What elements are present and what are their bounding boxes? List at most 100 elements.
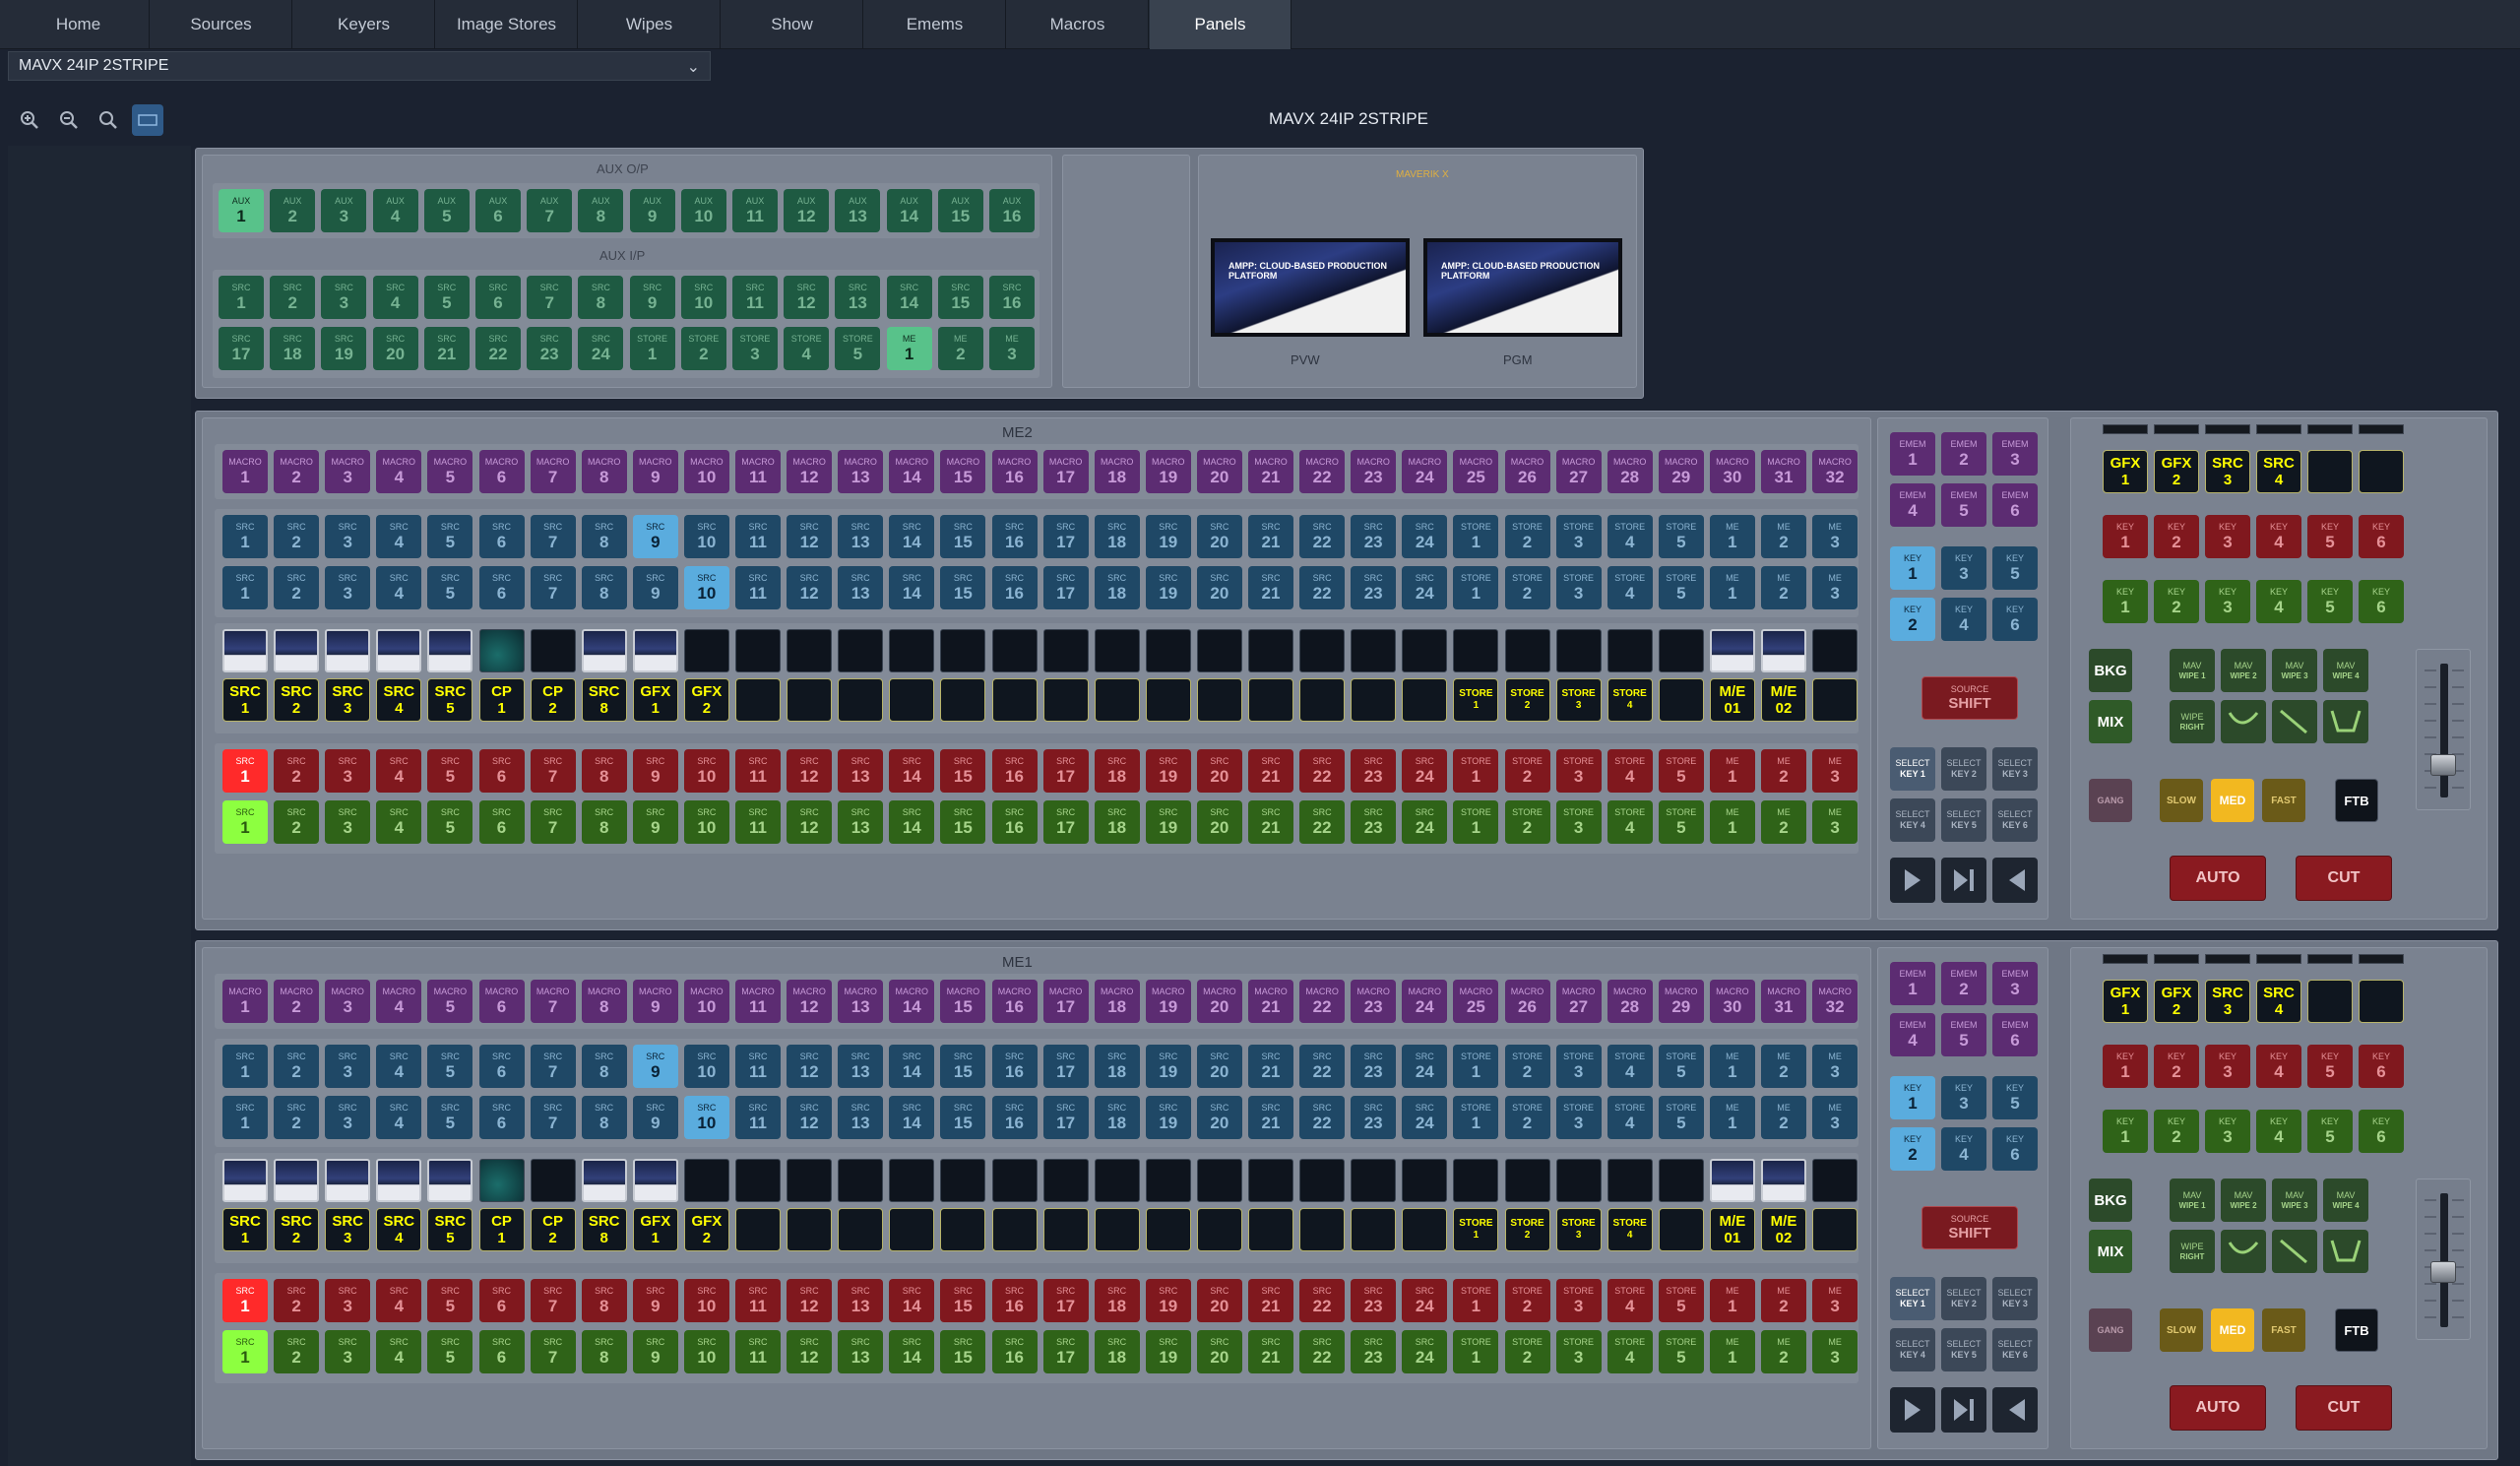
me1-pvw-9-button[interactable]: SRC 9: [632, 1330, 678, 1373]
aux-in-3-button[interactable]: SRC 3: [321, 276, 367, 319]
me1-pvw-11-button[interactable]: SRC 11: [735, 1330, 781, 1373]
me2-key1-bus-2-button[interactable]: SRC 2: [274, 515, 320, 558]
tab-wipes[interactable]: Wipes: [579, 0, 721, 49]
me2-key1-bus-14-button[interactable]: SRC 14: [889, 515, 935, 558]
me1-wipe-pattern-2-icon[interactable]: [2272, 1230, 2317, 1273]
me1-select-key-3-button[interactable]: SELECT KEY 3: [1992, 1277, 2038, 1320]
me2-emem-6-button[interactable]: EMEM 6: [1992, 483, 2038, 527]
me1-pvw-7-button[interactable]: SRC 7: [530, 1330, 576, 1373]
me1-pgm-22-button[interactable]: SRC 22: [1299, 1279, 1346, 1322]
me1-pgm-9-button[interactable]: SRC 9: [632, 1279, 678, 1322]
me1-pgm-14-button[interactable]: SRC 14: [889, 1279, 935, 1322]
me2-key-4-pgm-button[interactable]: KEY 4: [2256, 515, 2301, 558]
me2-pgm-30-button[interactable]: ME 1: [1709, 749, 1755, 793]
me2-select-key-6-button[interactable]: SELECT KEY 6: [1992, 798, 2038, 842]
aux-in-13-button[interactable]: SRC 13: [835, 276, 881, 319]
tab-show[interactable]: Show: [722, 0, 863, 49]
me1-macro-25-button[interactable]: MACRO 25: [1453, 980, 1499, 1023]
me1-pgm-29-button[interactable]: STORE 5: [1658, 1279, 1704, 1322]
me1-emem-4-button[interactable]: EMEM 4: [1890, 1013, 1935, 1056]
me2-pvw-21-button[interactable]: SRC 21: [1248, 800, 1293, 844]
me1-wipe-pattern-3-icon[interactable]: [2323, 1230, 2368, 1273]
me1-key2-bus-6-button[interactable]: SRC 6: [478, 1096, 525, 1139]
me2-pgm-15-button[interactable]: SRC 15: [940, 749, 986, 793]
me1-pvw-21-button[interactable]: SRC 21: [1248, 1330, 1293, 1373]
me2-pvw-28-button[interactable]: STORE 4: [1606, 800, 1653, 844]
me1-pvw-6-button[interactable]: SRC 6: [478, 1330, 525, 1373]
me1-key2-bus-24-button[interactable]: SRC 24: [1402, 1096, 1448, 1139]
me1-key-4-pgm-button[interactable]: KEY 4: [2256, 1045, 2301, 1088]
me2-key1-bus-7-button[interactable]: SRC 7: [530, 515, 576, 558]
me2-macro-13-button[interactable]: MACRO 13: [838, 450, 884, 493]
me2-macro-28-button[interactable]: MACRO 28: [1606, 450, 1653, 493]
me2-macro-27-button[interactable]: MACRO 27: [1555, 450, 1602, 493]
me2-pgm-1-button[interactable]: SRC 1: [222, 749, 268, 793]
me2-key1-bus-17-button[interactable]: SRC 17: [1042, 515, 1089, 558]
me1-auto-button[interactable]: AUTO: [2170, 1385, 2266, 1431]
me1-key1-bus-19-button[interactable]: SRC 19: [1145, 1045, 1191, 1088]
me1-key-2-button[interactable]: KEY 2: [1890, 1127, 1935, 1171]
me1-mav-wipe-1-button[interactable]: MAV WIPE 1: [2170, 1179, 2215, 1222]
me2-key1-bus-25-button[interactable]: STORE 1: [1453, 515, 1499, 558]
me1-slow-button[interactable]: SLOW: [2160, 1308, 2203, 1352]
me1-pvw-32-button[interactable]: ME 3: [1812, 1330, 1858, 1373]
me2-macro-17-button[interactable]: MACRO 17: [1042, 450, 1089, 493]
me2-pvw-27-button[interactable]: STORE 3: [1555, 800, 1602, 844]
me2-key2-bus-8-button[interactable]: SRC 8: [581, 566, 627, 609]
aux-out-11-button[interactable]: AUX 11: [732, 189, 778, 232]
me1-key-2-pgm-button[interactable]: KEY 2: [2154, 1045, 2199, 1088]
me2-key-3-button[interactable]: KEY 3: [1941, 546, 1986, 590]
me2-key-3-pgm-button[interactable]: KEY 3: [2205, 515, 2250, 558]
me2-key2-bus-16-button[interactable]: SRC 16: [991, 566, 1038, 609]
me1-key1-bus-26-button[interactable]: STORE 2: [1504, 1045, 1550, 1088]
me1-pvw-16-button[interactable]: SRC 16: [991, 1330, 1038, 1373]
me1-pgm-19-button[interactable]: SRC 19: [1145, 1279, 1191, 1322]
me2-pgm-26-button[interactable]: STORE 2: [1504, 749, 1550, 793]
me1-delegate-2-button[interactable]: GFX 2: [2154, 980, 2199, 1023]
me2-key1-bus-18-button[interactable]: SRC 18: [1094, 515, 1140, 558]
aux-in-29-button[interactable]: STORE 5: [835, 327, 881, 370]
me2-key-1-pgm-button[interactable]: KEY 1: [2103, 515, 2148, 558]
me1-key2-bus-9-button[interactable]: SRC 9: [632, 1096, 678, 1139]
me1-macro-6-button[interactable]: MACRO 6: [478, 980, 525, 1023]
me2-select-key-2-button[interactable]: SELECT KEY 2: [1941, 747, 1986, 791]
me1-pgm-13-button[interactable]: SRC 13: [838, 1279, 884, 1322]
me1-macro-21-button[interactable]: MACRO 21: [1248, 980, 1293, 1023]
me1-key1-bus-23-button[interactable]: SRC 23: [1351, 1045, 1397, 1088]
me1-pgm-21-button[interactable]: SRC 21: [1248, 1279, 1293, 1322]
aux-in-26-button[interactable]: STORE 2: [680, 327, 726, 370]
me1-macro-16-button[interactable]: MACRO 16: [991, 980, 1038, 1023]
aux-in-18-button[interactable]: SRC 18: [270, 327, 316, 370]
aux-in-28-button[interactable]: STORE 4: [784, 327, 830, 370]
me2-key2-bus-31-button[interactable]: ME 2: [1761, 566, 1806, 609]
me2-pvw-5-button[interactable]: SRC 5: [427, 800, 473, 844]
me1-pgm-11-button[interactable]: SRC 11: [735, 1279, 781, 1322]
me2-pgm-19-button[interactable]: SRC 19: [1145, 749, 1191, 793]
aux-in-21-button[interactable]: SRC 21: [423, 327, 470, 370]
me2-macro-9-button[interactable]: MACRO 9: [632, 450, 678, 493]
me2-key2-bus-19-button[interactable]: SRC 19: [1145, 566, 1191, 609]
me2-pvw-14-button[interactable]: SRC 14: [889, 800, 935, 844]
me1-pgm-23-button[interactable]: SRC 23: [1351, 1279, 1397, 1322]
me1-macro-19-button[interactable]: MACRO 19: [1145, 980, 1191, 1023]
me1-med-button[interactable]: MED: [2211, 1308, 2254, 1352]
me2-delegate-4-button[interactable]: SRC 4: [2256, 450, 2301, 493]
me2-pgm-28-button[interactable]: STORE 4: [1606, 749, 1653, 793]
me1-select-key-1-button[interactable]: SELECT KEY 1: [1890, 1277, 1935, 1320]
tab-sources[interactable]: Sources: [151, 0, 292, 49]
aux-out-2-button[interactable]: AUX 2: [270, 189, 316, 232]
me1-key1-bus-14-button[interactable]: SRC 14: [889, 1045, 935, 1088]
me1-key2-bus-11-button[interactable]: SRC 11: [735, 1096, 781, 1139]
me1-select-key-4-button[interactable]: SELECT KEY 4: [1890, 1328, 1935, 1371]
me2-key1-bus-8-button[interactable]: SRC 8: [581, 515, 627, 558]
aux-in-30-button[interactable]: ME 1: [886, 327, 932, 370]
me2-pvw-17-button[interactable]: SRC 17: [1042, 800, 1089, 844]
me1-pgm-17-button[interactable]: SRC 17: [1042, 1279, 1089, 1322]
me1-pvw-24-button[interactable]: SRC 24: [1402, 1330, 1448, 1373]
me1-key2-bus-13-button[interactable]: SRC 13: [838, 1096, 884, 1139]
me1-macro-2-button[interactable]: MACRO 2: [274, 980, 320, 1023]
me1-key1-bus-24-button[interactable]: SRC 24: [1402, 1045, 1448, 1088]
me2-pgm-32-button[interactable]: ME 3: [1812, 749, 1858, 793]
me2-pvw-4-button[interactable]: SRC 4: [376, 800, 422, 844]
me1-key2-bus-19-button[interactable]: SRC 19: [1145, 1096, 1191, 1139]
